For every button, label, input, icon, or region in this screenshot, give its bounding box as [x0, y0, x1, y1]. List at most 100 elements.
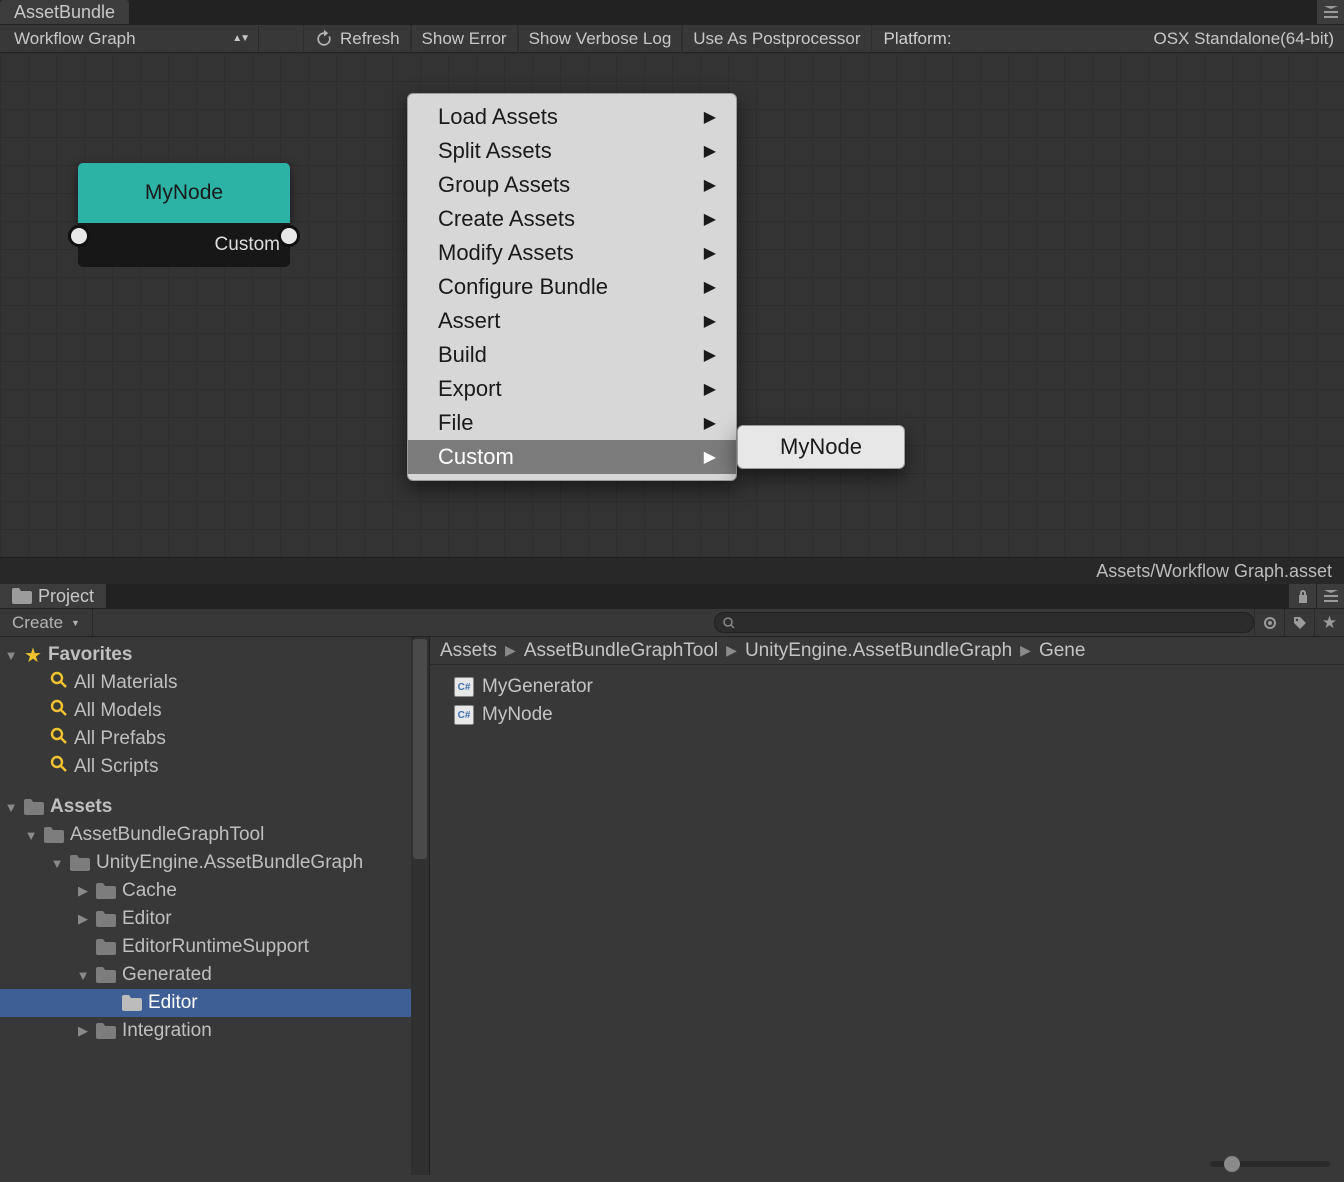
tree-generated-editor[interactable]: Editor [0, 989, 429, 1017]
search-icon [50, 755, 68, 779]
ctx-custom[interactable]: Custom▶ [408, 440, 736, 474]
folder-icon [24, 799, 44, 815]
project-search-input[interactable] [714, 612, 1254, 633]
folder-icon [122, 995, 142, 1011]
panel-menu-icon[interactable] [1316, 584, 1344, 608]
twisty-icon: ▼ [4, 648, 18, 663]
favorite-all-prefabs[interactable]: All Prefabs [0, 725, 429, 753]
dropdown-caret-icon: ▼ [71, 618, 80, 628]
slider-knob[interactable] [1224, 1156, 1240, 1172]
refresh-button[interactable]: Refresh [303, 25, 411, 53]
ctx-modify-assets[interactable]: Modify Assets▶ [408, 236, 736, 270]
star-icon: ★ [24, 643, 42, 668]
ctx-export[interactable]: Export▶ [408, 372, 736, 406]
show-verbose-button[interactable]: Show Verbose Log [518, 25, 683, 53]
refresh-icon [314, 29, 334, 49]
breadcrumb-assets[interactable]: Assets [440, 640, 497, 662]
asset-path-text: Assets/Workflow Graph.asset [1096, 561, 1332, 582]
twisty-icon: ▼ [50, 856, 64, 871]
chevron-right-icon: ▶ [704, 141, 716, 161]
favorites-header[interactable]: ▼★Favorites [0, 641, 429, 669]
tree-scrollbar[interactable] [411, 637, 429, 1175]
chevron-right-icon: ▶ [704, 311, 716, 331]
filter-by-label-icon[interactable] [1284, 609, 1314, 637]
ctx-split-assets[interactable]: Split Assets▶ [408, 134, 736, 168]
tree-editorruntimesupport[interactable]: EditorRuntimeSupport [0, 933, 429, 961]
search-icon [723, 617, 735, 629]
chevron-right-icon: ▶ [1020, 642, 1031, 659]
project-tab-spacer [107, 584, 1288, 608]
graph-canvas[interactable]: MyNode Custom Load Assets▶ Split Assets▶… [0, 53, 1344, 557]
file-mygenerator[interactable]: C#MyGenerator [430, 673, 1344, 701]
icon-size-slider[interactable] [1210, 1161, 1330, 1167]
tab-spacer [130, 0, 1316, 24]
node-title: MyNode [78, 163, 290, 223]
project-browser: ▼★Favorites All Materials All Models All… [0, 637, 1344, 1175]
ctx-configure-bundle[interactable]: Configure Bundle▶ [408, 270, 736, 304]
create-dropdown[interactable]: Create ▼ [0, 609, 93, 636]
graph-toolbar: Workflow Graph ▲▼ Refresh Show Error Sho… [0, 25, 1344, 53]
chevron-right-icon: ▶ [505, 642, 516, 659]
twisty-icon: ▼ [76, 968, 90, 983]
folder-icon [96, 883, 116, 899]
favorite-all-materials[interactable]: All Materials [0, 669, 429, 697]
save-search-icon[interactable]: ★ [1314, 609, 1344, 637]
ctx-create-assets[interactable]: Create Assets▶ [408, 202, 736, 236]
node-output-port[interactable] [278, 225, 300, 247]
tree-generated[interactable]: ▼Generated [0, 961, 429, 989]
breadcrumb-assetbundlegraphtool[interactable]: AssetBundleGraphTool [524, 640, 718, 662]
folder-icon [96, 967, 116, 983]
twisty-icon: ▶ [76, 883, 90, 899]
graph-node-mynode[interactable]: MyNode Custom [78, 163, 290, 267]
file-mynode[interactable]: C#MyNode [430, 701, 1344, 729]
csharp-icon: C# [454, 677, 474, 697]
twisty-icon: ▶ [76, 1023, 90, 1039]
folder-icon [96, 911, 116, 927]
twisty-icon: ▼ [4, 800, 18, 815]
chevron-right-icon: ▶ [704, 107, 716, 127]
search-icon [50, 671, 68, 695]
platform-dropdown[interactable]: OSX Standalone(64-bit) [964, 29, 1344, 49]
chevron-right-icon: ▶ [704, 447, 716, 467]
ctx-load-assets[interactable]: Load Assets▶ [408, 100, 736, 134]
twisty-icon: ▶ [76, 911, 90, 927]
node-input-port[interactable] [68, 225, 90, 247]
tree-integration[interactable]: ▶Integration [0, 1017, 429, 1045]
chevron-right-icon: ▶ [704, 209, 716, 229]
tree-assetbundlegraphtool[interactable]: ▼AssetBundleGraphTool [0, 821, 429, 849]
window-tab-strip: AssetBundle [0, 0, 1344, 25]
breadcrumb-generated[interactable]: Gene [1039, 640, 1085, 662]
use-postprocessor-button[interactable]: Use As Postprocessor [682, 25, 871, 53]
lock-icon[interactable] [1288, 584, 1316, 608]
file-list[interactable]: C#MyGenerator C#MyNode [430, 665, 1344, 1175]
filter-by-type-icon[interactable] [1254, 609, 1284, 637]
tree-cache[interactable]: ▶Cache [0, 877, 429, 905]
breadcrumb-unityengine[interactable]: UnityEngine.AssetBundleGraph [745, 640, 1012, 662]
tab-project[interactable]: Project [0, 584, 107, 608]
context-submenu-mynode[interactable]: MyNode [737, 425, 905, 469]
platform-label: Platform: [872, 29, 964, 49]
favorite-all-models[interactable]: All Models [0, 697, 429, 725]
tree-editor[interactable]: ▶Editor [0, 905, 429, 933]
ctx-build[interactable]: Build▶ [408, 338, 736, 372]
chevron-right-icon: ▶ [704, 243, 716, 263]
tab-assetbundle[interactable]: AssetBundle [0, 0, 130, 24]
graph-dropdown[interactable]: Workflow Graph ▲▼ [4, 26, 259, 52]
ctx-assert[interactable]: Assert▶ [408, 304, 736, 338]
chevron-right-icon: ▶ [704, 277, 716, 297]
ctx-group-assets[interactable]: Group Assets▶ [408, 168, 736, 202]
tree-unityengine-assetbundlegraph[interactable]: ▼UnityEngine.AssetBundleGraph [0, 849, 429, 877]
folder-icon [70, 855, 90, 871]
project-tree[interactable]: ▼★Favorites All Materials All Models All… [0, 637, 430, 1175]
breadcrumb: Assets ▶ AssetBundleGraphTool ▶ UnityEngin… [430, 637, 1344, 665]
chevron-right-icon: ▶ [704, 413, 716, 433]
favorite-all-scripts[interactable]: All Scripts [0, 753, 429, 781]
twisty-icon: ▼ [24, 828, 38, 843]
graph-dropdown-label: Workflow Graph [14, 29, 136, 49]
show-error-button[interactable]: Show Error [411, 25, 518, 53]
panel-menu-icon[interactable] [1316, 0, 1344, 24]
scroll-thumb[interactable] [413, 639, 427, 859]
ctx-file[interactable]: File▶ [408, 406, 736, 440]
folder-icon [44, 827, 64, 843]
assets-header[interactable]: ▼Assets [0, 793, 429, 821]
